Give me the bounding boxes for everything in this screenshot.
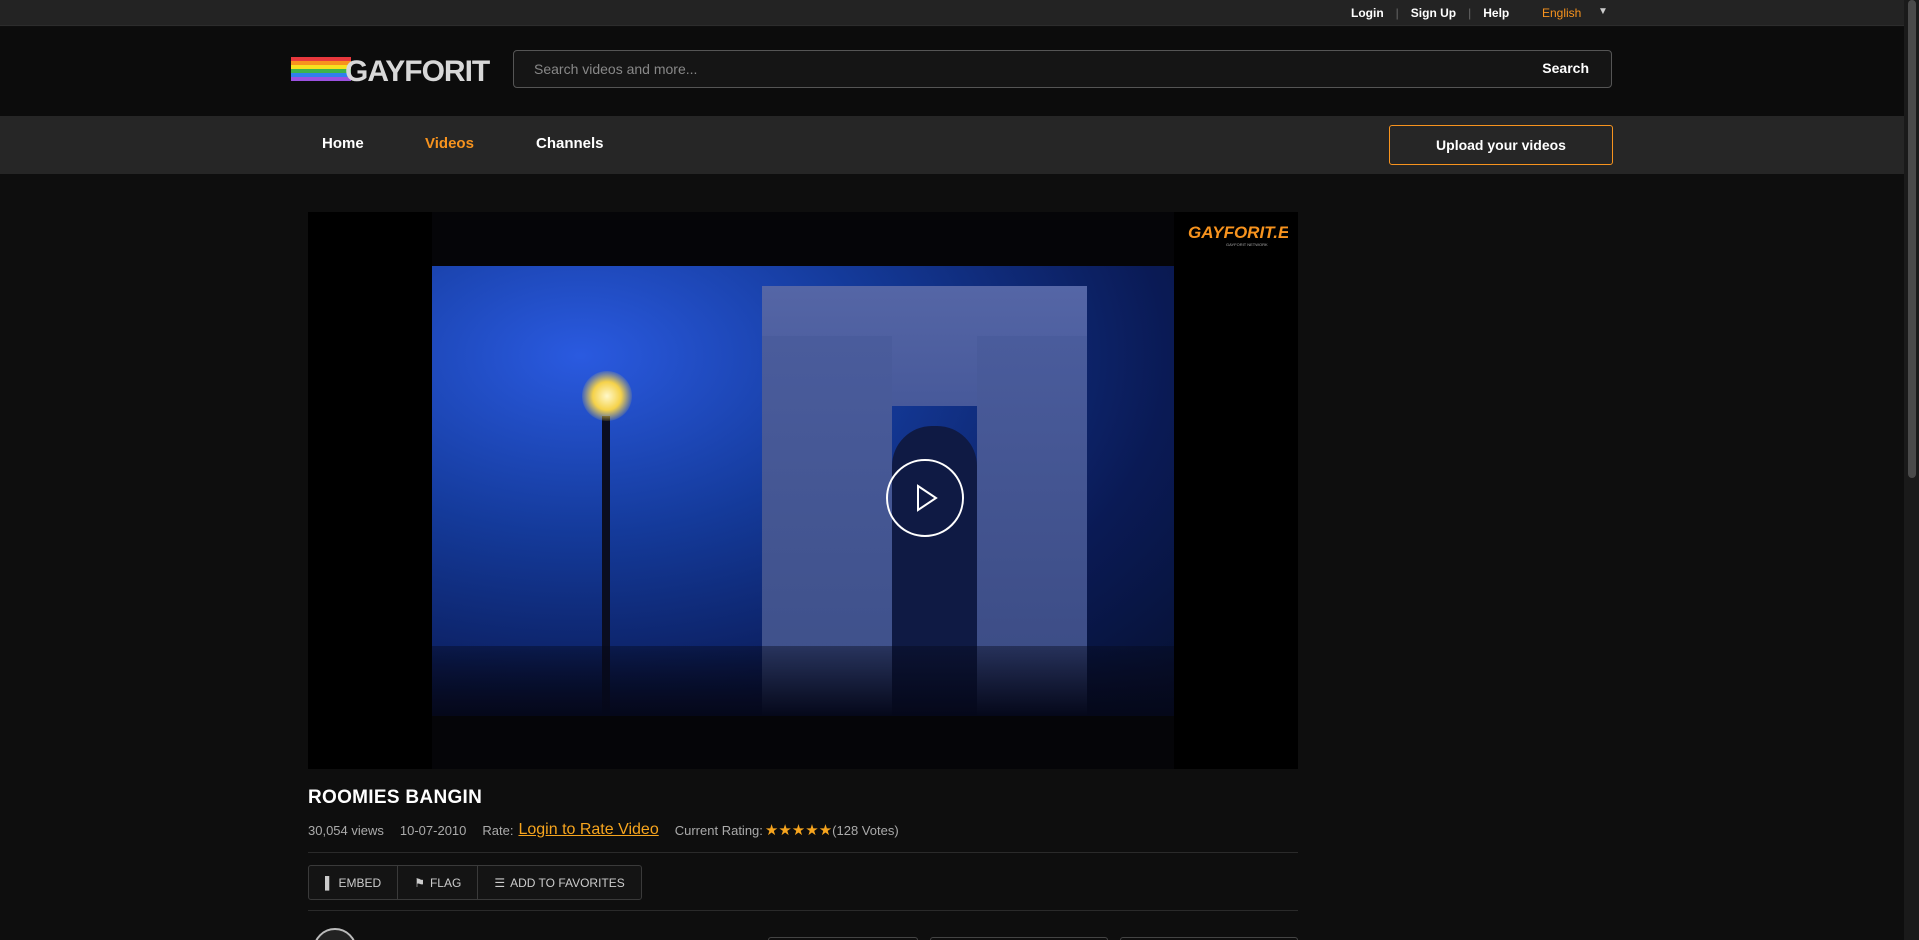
flag-icon: ⚑ [414, 875, 425, 890]
separator: | [1468, 6, 1472, 20]
star-icon: ★ [778, 822, 792, 839]
embed-icon: ▌ [325, 875, 334, 890]
vote-count: (128 Votes) [832, 822, 899, 838]
site-header: GAYFORIT Search [0, 27, 1904, 116]
video-frame[interactable] [432, 212, 1174, 769]
star-icon: ★ [764, 822, 779, 839]
rating-stars: ★★★★★ [765, 821, 832, 839]
star-icon: ★ [805, 822, 819, 839]
main-nav: Home Videos Channels Upload your videos [0, 116, 1904, 174]
account-links: Login | Sign Up | Help [1351, 6, 1509, 20]
list-icon: ☰ [494, 875, 506, 890]
site-logo[interactable]: GAYFORIT [291, 54, 491, 84]
chevron-down-icon[interactable]: ▼ [1598, 6, 1608, 17]
top-bar: Login | Sign Up | Help English ▼ [0, 0, 1904, 26]
language-select[interactable]: English [1542, 6, 1581, 20]
upload-date: 10-07-2010 [399, 822, 467, 838]
nav-home[interactable]: Home [322, 135, 364, 152]
flag-button[interactable]: ⚑ FLAG [398, 866, 479, 899]
search-button[interactable]: Search [1542, 60, 1589, 76]
video-thumbnail [432, 266, 1174, 716]
uploader-avatar[interactable] [313, 928, 357, 940]
nav-channels[interactable]: Channels [536, 135, 604, 152]
scrollbar-thumb[interactable] [1908, 0, 1916, 478]
view-count: 30,054 views [308, 822, 384, 838]
signup-link[interactable]: Sign Up [1411, 6, 1456, 20]
star-icon: ★ [818, 822, 833, 839]
play-button[interactable] [886, 459, 964, 537]
rate-label: Rate: [482, 822, 514, 838]
help-link[interactable]: Help [1483, 6, 1509, 20]
upload-videos-button[interactable]: Upload your videos [1389, 125, 1613, 165]
nav-videos[interactable]: Videos [425, 135, 474, 152]
login-to-rate-link[interactable]: Login to Rate Video [518, 821, 658, 839]
video-actions: ▌ EMBED ⚑ FLAG ☰ ADD TO FAVORITES [308, 865, 642, 900]
page-scrollbar[interactable] [1904, 0, 1919, 940]
play-icon [917, 484, 938, 512]
player-watermark: GAYFORIT.EU GAYFORIT NETWORK [1188, 223, 1288, 247]
divider [308, 910, 1298, 911]
logo-text: GAYFORIT [345, 55, 490, 84]
rating-label: Current Rating: [674, 822, 763, 838]
video-title: ROOMIES BANGIN [308, 787, 483, 808]
video-player[interactable]: GAYFORIT.EU GAYFORIT NETWORK [308, 212, 1298, 769]
svg-text:GAYFORIT NETWORK: GAYFORIT NETWORK [1226, 242, 1268, 247]
search-input[interactable] [514, 51, 1514, 87]
video-meta: 30,054 views 10-07-2010 Rate: Login to R… [308, 820, 899, 840]
svg-text:GAYFORIT.EU: GAYFORIT.EU [1188, 223, 1288, 242]
star-icon: ★ [791, 822, 806, 839]
embed-button[interactable]: ▌ EMBED [309, 866, 399, 899]
add-to-favorites-button[interactable]: ☰ ADD TO FAVORITES [478, 866, 640, 899]
login-link[interactable]: Login [1351, 6, 1384, 20]
divider [308, 852, 1298, 853]
search-bar: Search [513, 50, 1612, 88]
separator: | [1395, 6, 1399, 20]
